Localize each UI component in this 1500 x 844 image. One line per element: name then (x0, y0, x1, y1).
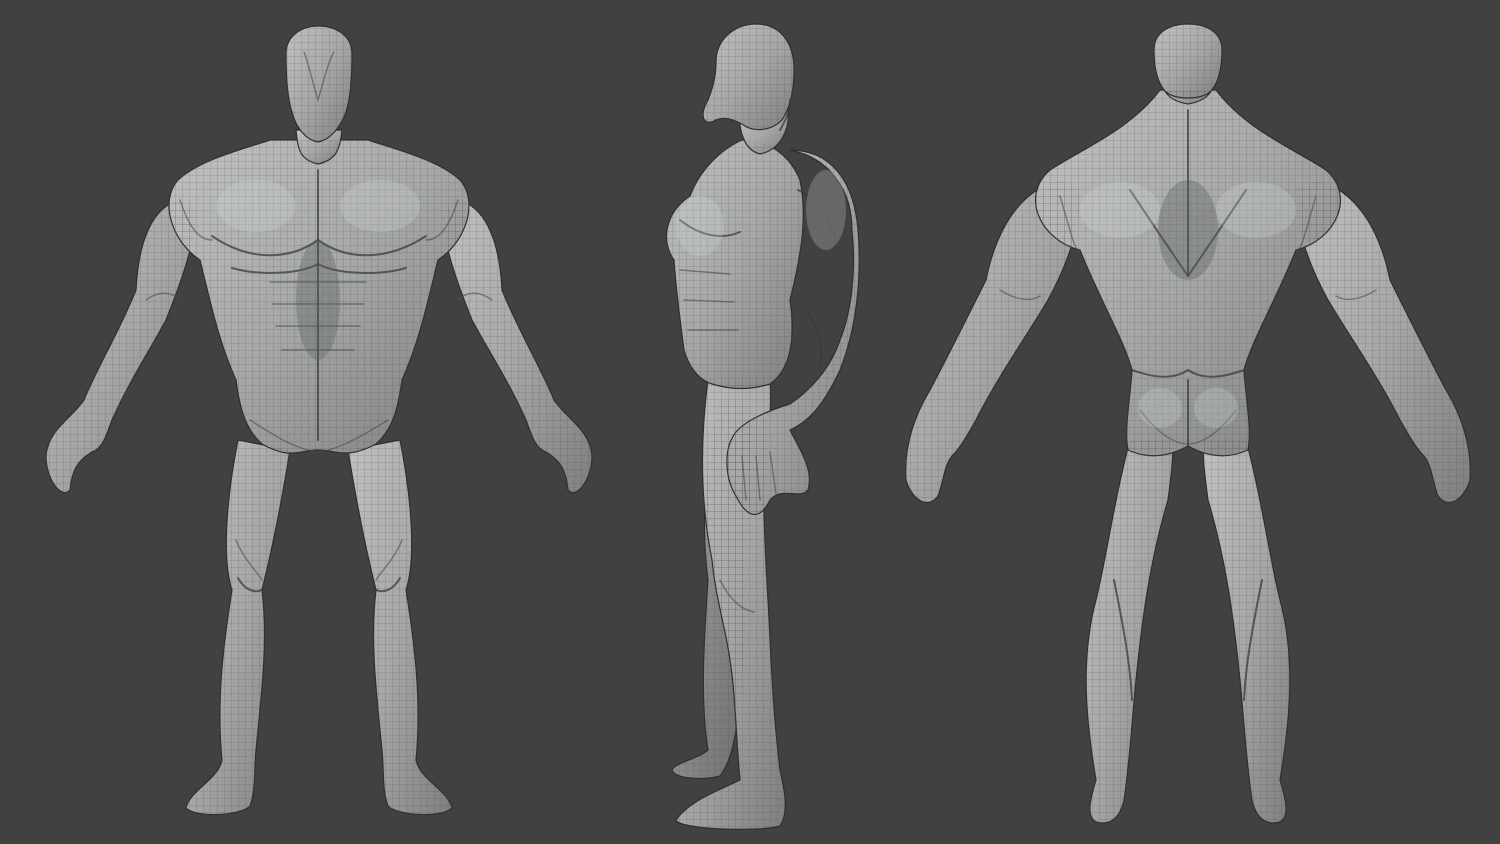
back-view-figure (905, 23, 1471, 824)
front-view-figure (45, 25, 593, 816)
sculpt-render (45, 23, 1471, 830)
side-view-figure (666, 23, 860, 830)
viewport-canvas (0, 0, 1500, 844)
